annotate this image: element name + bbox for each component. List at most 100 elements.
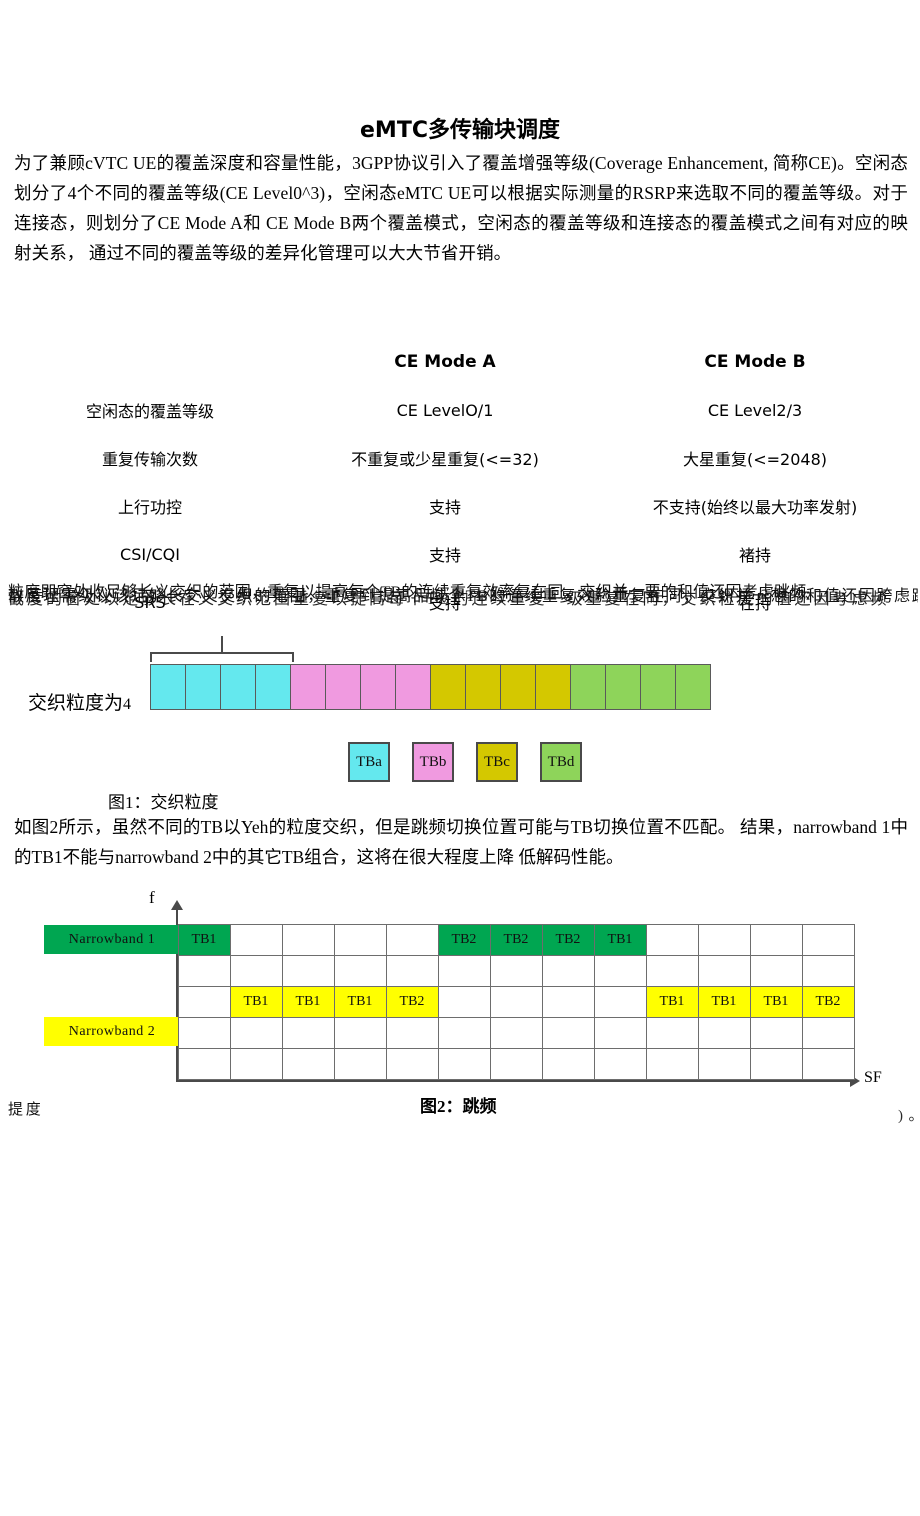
row-value-mode-b: 大星重复(<=2048) — [682, 450, 828, 469]
grid-cell-empty — [489, 1047, 543, 1080]
grid-cell-tb: TB2 — [437, 923, 491, 956]
grid-cell-empty — [177, 954, 231, 987]
grid-cell-tb: TB2 — [385, 985, 439, 1018]
paragraph-2: 如图2所示，虽然不同的TB以Yeh的粒度交织，但是跳频切换位置可能与TB切换位置… — [14, 817, 908, 867]
row-value-mode-b: 不支持(始终以最大功率发射) — [652, 498, 858, 517]
row-value-mode-a: 不重复或少星重复(<=32) — [351, 450, 539, 469]
grid-cell-empty — [801, 1016, 855, 1049]
row-value-mode-a: 支持 — [428, 546, 461, 565]
tb-strip-cell — [605, 664, 641, 710]
tb-strip-cell — [360, 664, 396, 710]
narrowband-1-label: Narrowband 1 — [44, 925, 180, 954]
tb-strip-cell — [500, 664, 536, 710]
grid-cell-empty — [437, 954, 491, 987]
figure1-granularity-label: 交织粒度为4 — [28, 688, 131, 715]
row-label: 重复传输次数 — [101, 450, 198, 469]
grid-cell-empty — [437, 985, 491, 1018]
grid-cell-empty — [333, 954, 387, 987]
grid-cell-empty — [281, 1047, 335, 1080]
row-value-mode-b: 褚持 — [738, 546, 771, 565]
legend-item-tbb: TBb — [412, 742, 454, 782]
row-label: CSI/CQI — [120, 544, 180, 564]
grid-cell-empty — [385, 954, 439, 987]
tb-strip-cell — [325, 664, 361, 710]
grid-cell-empty — [229, 1016, 283, 1049]
grid-cell-empty — [281, 923, 335, 956]
interleave-granularity-brace — [150, 636, 294, 662]
grid-cell-empty — [437, 1016, 491, 1049]
grid-cell-tb: TB2 — [541, 923, 595, 956]
figure2-x-axis-line — [176, 1080, 854, 1082]
grid-cell-empty — [749, 954, 803, 987]
grid-cell-empty — [593, 954, 647, 987]
grid-cell-tb: TB2 — [489, 923, 543, 956]
table-row: 空闲态的覆盖等级 CE LevelO/1 CE Level2/3 — [0, 386, 920, 434]
grid-cell-empty — [541, 1016, 595, 1049]
grid-cell-empty — [541, 954, 595, 987]
figure2-y-axis-label: f — [149, 888, 155, 907]
grid-cell-empty — [541, 985, 595, 1018]
tb-strip-cell — [255, 664, 291, 710]
grid-cell-empty — [333, 1047, 387, 1080]
figure1-tb-strip — [150, 664, 711, 710]
row-label: 空闲态的覆盖等级 — [85, 402, 214, 421]
grid-cell-empty — [593, 1016, 647, 1049]
overlapped-text-line: 提度 — [8, 1102, 44, 1118]
row-label: 上行功控 — [117, 498, 182, 517]
grid-cell-empty — [437, 1047, 491, 1080]
grid-cell-empty — [749, 923, 803, 956]
grid-cell-empty — [593, 985, 647, 1018]
brace-stem — [221, 636, 223, 654]
figure1-caption: 图1：交织粒度 — [108, 793, 219, 812]
tb-strip-cell — [675, 664, 711, 710]
table-header-mode-b: CE Mode B — [704, 352, 806, 372]
tb-strip-cell — [395, 664, 431, 710]
grid-cell-empty — [333, 923, 387, 956]
figure2-resource-grid: TB1 TB2 TB2 TB2 TB1 TB1 TB1 TB1 TB2 TB1 TB1 TB1 TB2 — [177, 923, 855, 1080]
grid-cell-empty — [645, 1047, 699, 1080]
grid-cell-empty — [177, 1047, 231, 1080]
grid-cell-empty — [229, 1047, 283, 1080]
grid-cell-empty — [333, 1016, 387, 1049]
grid-cell-empty — [281, 1016, 335, 1049]
tb-strip-cell — [290, 664, 326, 710]
granularity-label-text: 交织粒度为 — [28, 693, 124, 714]
grid-cell-empty — [593, 1047, 647, 1080]
figure2-caption: 图2：跳频 — [420, 1097, 497, 1116]
grid-cell-empty — [229, 954, 283, 987]
overlapped-text-line: )。 — [898, 1108, 918, 1124]
grid-cell-empty — [645, 923, 699, 956]
grid-cell-empty — [229, 923, 283, 956]
grid-cell-tb: TB1 — [645, 985, 699, 1018]
page-title: eMTC多传输块调度 — [360, 118, 560, 143]
narrowband-2-label: Narrowband 2 — [44, 1017, 180, 1046]
row-value-mode-b: CE Level2/3 — [707, 400, 803, 420]
grid-cell-empty — [697, 1016, 751, 1049]
grid-cell-empty — [801, 954, 855, 987]
grid-cell-empty — [749, 1016, 803, 1049]
legend-item-tbd: TBd — [540, 742, 582, 782]
grid-cell-empty — [749, 1047, 803, 1080]
grid-cell-empty — [645, 1016, 699, 1049]
grid-cell-empty — [385, 1016, 439, 1049]
grid-cell-empty — [801, 1047, 855, 1080]
grid-cell-empty — [489, 985, 543, 1018]
tb-strip-cell — [570, 664, 606, 710]
granularity-label-value: 4 — [123, 696, 132, 713]
grid-cell-empty — [697, 954, 751, 987]
brace-tick-right — [292, 652, 294, 662]
grid-cell-tb: TB1 — [593, 923, 647, 956]
grid-cell-empty — [177, 985, 231, 1018]
tb-strip-cell — [220, 664, 256, 710]
legend-item-tbc: TBc — [476, 742, 518, 782]
legend-item-tba: TBa — [348, 742, 390, 782]
grid-cell-empty — [645, 954, 699, 987]
tb-strip-cell — [430, 664, 466, 710]
row-value-mode-a: 支持 — [428, 498, 461, 517]
grid-cell-empty — [697, 1047, 751, 1080]
tb-strip-cell — [640, 664, 676, 710]
tb-strip-cell — [150, 664, 186, 710]
brace-tick-left — [150, 652, 152, 662]
figure2-x-axis-label: SF — [864, 1069, 882, 1086]
tb-strip-cell — [465, 664, 501, 710]
